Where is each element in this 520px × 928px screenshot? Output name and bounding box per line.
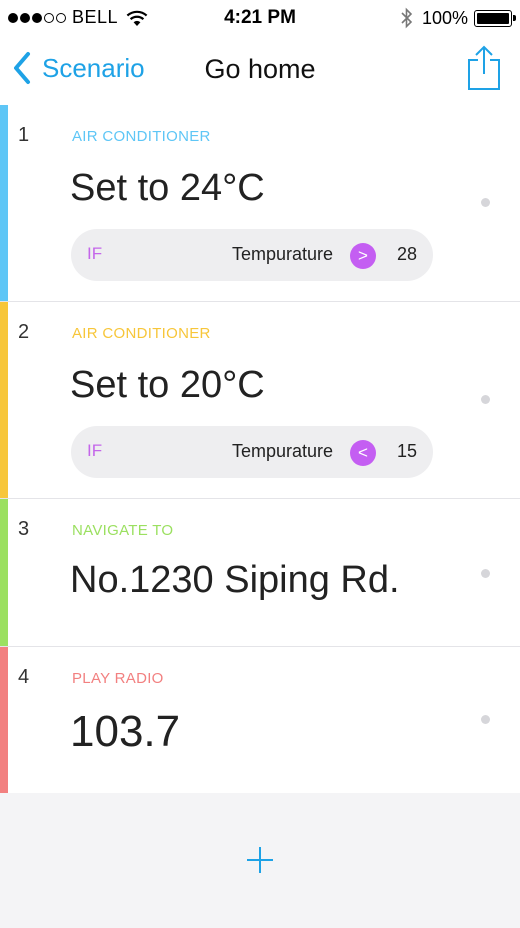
- page-title: Go home: [204, 54, 316, 84]
- step-value: Set to 20°C: [70, 364, 265, 406]
- condition-parameter: Tempurature: [231, 244, 333, 264]
- condition-value: 15: [396, 441, 417, 461]
- step-color-bar: [0, 647, 8, 793]
- step-value: 103.7: [70, 707, 181, 756]
- status-bar: BELL 4:21 PM 100%: [0, 0, 520, 36]
- condition-if-label: IF: [87, 244, 103, 263]
- scenario-step-list: 1 AIR CONDITIONER Set to 24°C IF Tempura…: [0, 105, 520, 794]
- step-number: 1: [18, 124, 30, 146]
- step-category: AIR CONDITIONER: [72, 128, 211, 145]
- battery-tip: [513, 14, 516, 21]
- condition-operator-badge[interactable]: >: [350, 243, 376, 269]
- condition-if-label: IF: [87, 441, 103, 460]
- plus-icon[interactable]: [245, 845, 275, 875]
- step-row-1[interactable]: 1 AIR CONDITIONER Set to 24°C IF Tempura…: [0, 105, 520, 302]
- step-row-3[interactable]: 3 NAVIGATE TO No.1230 Siping Rd.: [0, 499, 520, 647]
- step-color-bar: [0, 302, 8, 498]
- condition-operator-badge[interactable]: <: [350, 440, 376, 466]
- navigation-bar: Scenario Go home: [0, 36, 520, 105]
- step-color-bar: [0, 105, 8, 301]
- step-number: 2: [18, 321, 30, 343]
- status-right: 100%: [400, 7, 516, 29]
- step-row-4[interactable]: 4 PLAY RADIO 103.7: [0, 647, 520, 794]
- step-category: NAVIGATE TO: [72, 522, 174, 539]
- battery-icon: [474, 9, 516, 27]
- step-number: 4: [18, 666, 30, 688]
- reorder-handle-dot[interactable]: [481, 569, 490, 578]
- battery-fill: [477, 12, 509, 24]
- step-row-2[interactable]: 2 AIR CONDITIONER Set to 20°C IF Tempura…: [0, 302, 520, 499]
- step-value: Set to 24°C: [70, 167, 265, 209]
- condition-value: 28: [396, 244, 417, 264]
- share-icon[interactable]: [466, 44, 502, 92]
- reorder-handle-dot[interactable]: [481, 395, 490, 404]
- step-value: No.1230 Siping Rd.: [70, 559, 400, 601]
- reorder-handle-dot[interactable]: [481, 715, 490, 724]
- battery-percentage: 100%: [421, 7, 468, 28]
- condition-pill[interactable]: IF Tempurature < 15: [71, 426, 433, 478]
- condition-parameter: Tempurature: [231, 441, 333, 461]
- step-color-bar: [0, 499, 8, 646]
- step-category: AIR CONDITIONER: [72, 325, 211, 342]
- reorder-handle-dot[interactable]: [481, 198, 490, 207]
- step-category: PLAY RADIO: [72, 670, 164, 687]
- step-number: 3: [18, 518, 30, 540]
- bluetooth-icon: [401, 7, 413, 29]
- condition-pill[interactable]: IF Tempurature > 28: [71, 229, 433, 281]
